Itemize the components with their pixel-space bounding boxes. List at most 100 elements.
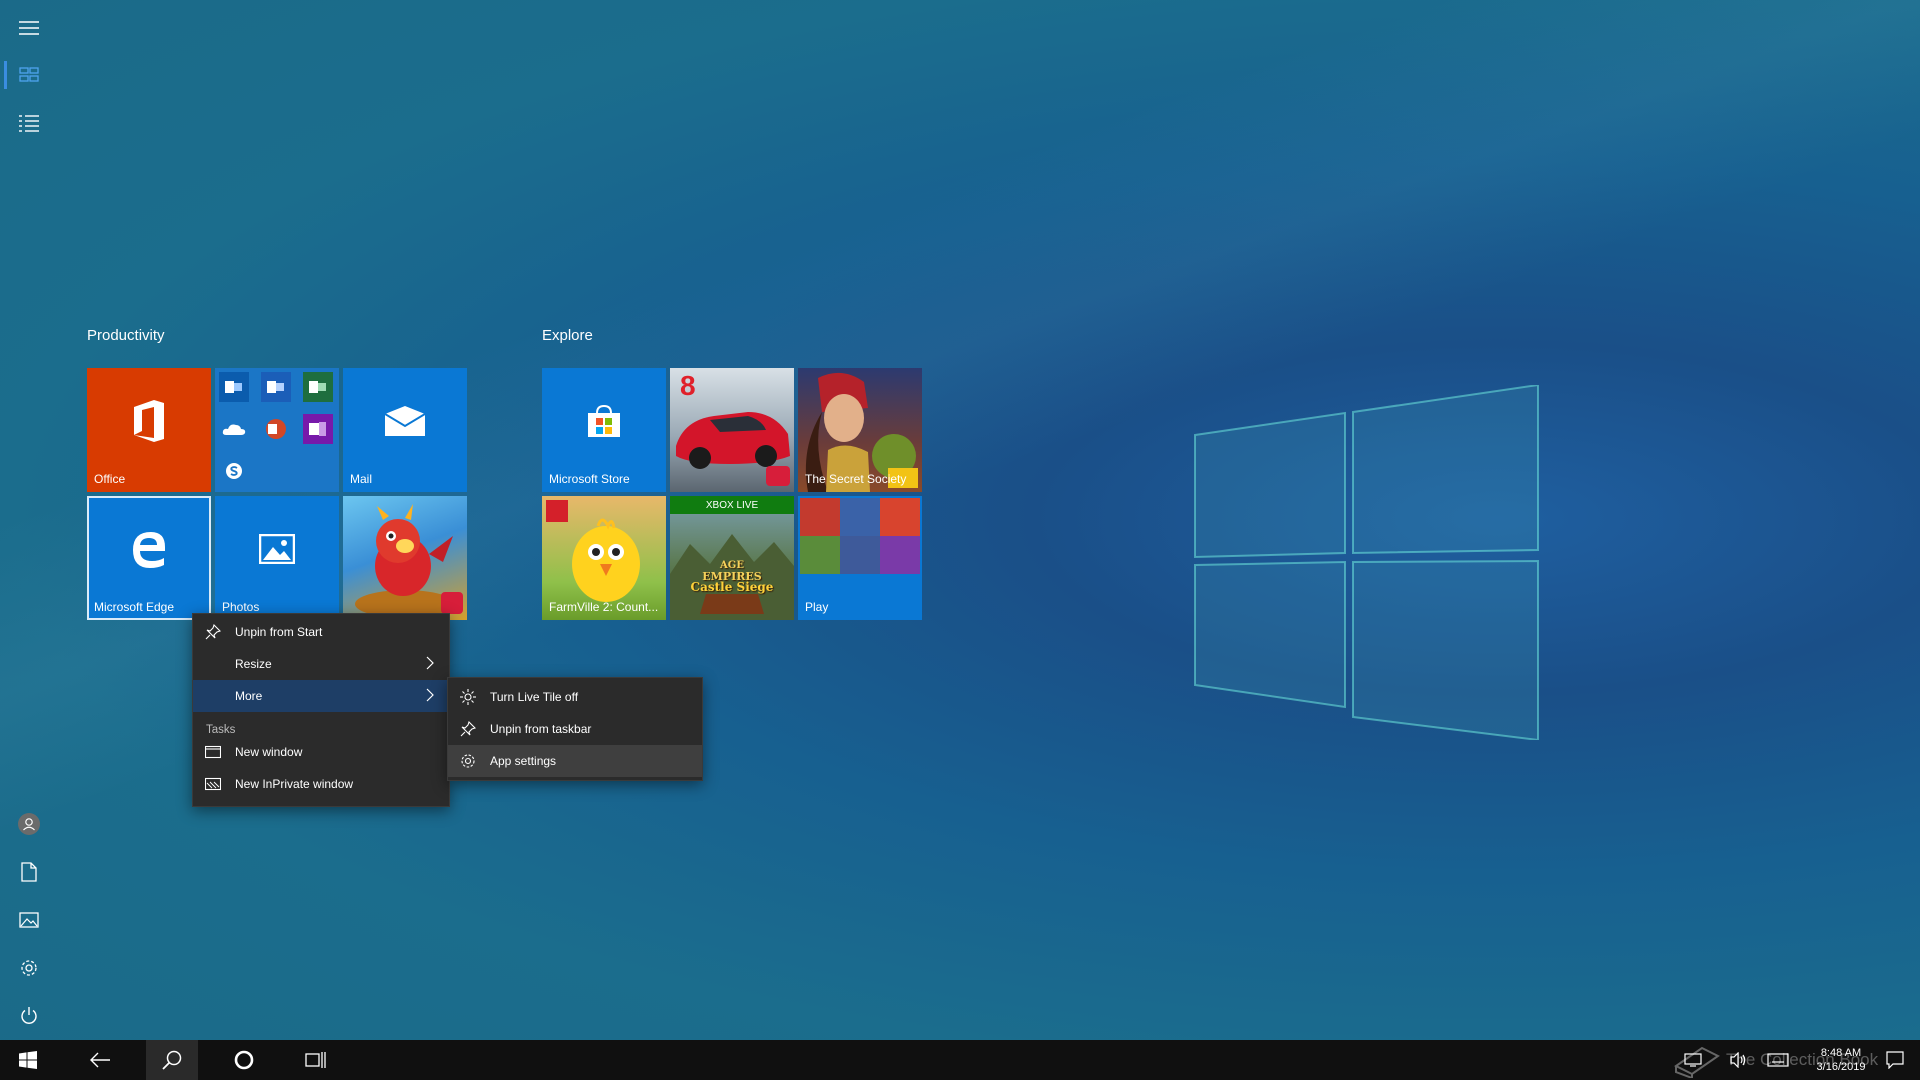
volume-tray-icon[interactable]	[1726, 1040, 1752, 1080]
live-tile-icon	[460, 689, 476, 705]
word-icon	[261, 372, 291, 402]
network-icon	[1684, 1053, 1702, 1067]
chevron-right-icon	[426, 656, 434, 670]
tile-context-menu: Unpin from Start Resize More Tasks New w…	[192, 613, 450, 807]
tile-label: Microsoft Store	[549, 472, 630, 486]
speaker-icon	[1730, 1052, 1746, 1068]
dragon-character-image	[355, 504, 463, 618]
tile-office-apps-folder[interactable]	[215, 368, 339, 492]
inprivate-window-icon	[205, 777, 221, 791]
tile-mail[interactable]: Mail	[343, 368, 467, 492]
arrow-left-icon	[90, 1052, 110, 1068]
chevron-right-icon	[426, 688, 434, 702]
tile-label: FarmVille 2: Count...	[549, 600, 659, 614]
edge-icon	[133, 532, 165, 568]
pinned-tiles-button[interactable]	[0, 51, 58, 99]
documents-button[interactable]	[0, 848, 58, 896]
unpin-icon	[205, 624, 221, 640]
tile-office[interactable]: Office	[87, 368, 211, 492]
aoe-title-line3: Castle Siege	[690, 580, 774, 594]
all-apps-button[interactable]	[0, 99, 58, 147]
menu-item-label: Unpin from Start	[235, 625, 323, 639]
tile-photos[interactable]: Photos	[215, 496, 339, 620]
hamburger-icon	[19, 21, 39, 35]
tile-label: Photos	[222, 600, 260, 614]
menu-item-unpin-from-start[interactable]: Unpin from Start	[193, 616, 449, 648]
keyboard-tray-icon[interactable]	[1764, 1040, 1792, 1080]
picture-icon	[19, 912, 39, 928]
game-thumb-3	[880, 498, 920, 536]
search-icon	[162, 1050, 182, 1070]
mail-icon	[385, 406, 425, 436]
tiles-view-icon	[19, 67, 39, 82]
menu-item-new-inprivate-window[interactable]: New InPrivate window	[193, 768, 449, 800]
start-button[interactable]	[4, 1040, 52, 1080]
task-view-button[interactable]	[292, 1040, 340, 1080]
xbox-live-badge: XBOX LIVE	[670, 496, 794, 514]
group-title-productivity[interactable]: Productivity	[87, 327, 165, 344]
tile-label: Mail	[350, 472, 373, 486]
pictures-button[interactable]	[0, 896, 58, 944]
excel-icon	[303, 372, 333, 402]
expand-menu-button[interactable]	[0, 4, 58, 52]
menu-item-label: New window	[235, 745, 303, 759]
more-submenu: Turn Live Tile off Unpin from taskbar Ap…	[447, 677, 703, 781]
windows-logo-wallpaper	[1194, 385, 1539, 740]
tile-dragon-game[interactable]	[343, 496, 467, 620]
settings-button[interactable]	[0, 944, 58, 992]
document-icon	[21, 862, 37, 882]
menu-item-new-window[interactable]: New window	[193, 736, 449, 768]
menu-item-app-settings[interactable]: App settings	[448, 745, 702, 777]
clock[interactable]: 8:48 AM 3/16/2019	[1798, 1040, 1884, 1080]
tile-age-of-empires-castle-siege[interactable]: XBOX LIVE AGE EMPIRES Castle Siege	[670, 496, 794, 620]
tile-play-folder[interactable]: Play	[798, 496, 922, 620]
group-title-explore[interactable]: Explore	[542, 327, 593, 344]
tile-farmville-2[interactable]: FarmVille 2: Count...	[542, 496, 666, 620]
user-avatar-icon	[18, 813, 40, 835]
window-icon	[205, 745, 221, 759]
race-car-image	[676, 412, 790, 486]
menu-item-unpin-from-taskbar[interactable]: Unpin from taskbar	[448, 713, 702, 745]
menu-item-turn-live-tile-off[interactable]: Turn Live Tile off	[448, 681, 702, 713]
tasks-section-header: Tasks	[206, 724, 236, 736]
tile-label: Office	[94, 472, 126, 486]
skype-icon	[219, 456, 249, 486]
menu-item-label: Unpin from taskbar	[490, 722, 592, 736]
menu-item-label: Turn Live Tile off	[490, 690, 579, 704]
cortana-circle-icon	[234, 1050, 254, 1070]
tile-microsoft-edge[interactable]: Microsoft Edge	[87, 496, 211, 620]
onenote-icon	[303, 414, 333, 444]
tile-microsoft-store[interactable]: Microsoft Store	[542, 368, 666, 492]
menu-item-label: App settings	[490, 754, 557, 768]
game-thumb-2	[840, 498, 880, 536]
menu-item-resize[interactable]: Resize	[193, 648, 449, 680]
tile-label: Microsoft Edge	[94, 600, 175, 614]
tile-the-secret-society[interactable]: The Secret Society	[798, 368, 922, 492]
notification-icon	[1886, 1051, 1904, 1069]
tile-label: The Secret Society	[805, 472, 907, 486]
office-icon	[134, 400, 164, 442]
menu-item-label: New InPrivate window	[235, 777, 354, 791]
onedrive-icon	[219, 414, 249, 444]
menu-item-label: More	[235, 689, 263, 703]
tile-asphalt-8[interactable]: 8	[670, 368, 794, 492]
network-tray-icon[interactable]	[1680, 1040, 1706, 1080]
gear-icon	[461, 754, 475, 768]
power-button[interactable]	[0, 992, 58, 1040]
list-view-icon	[19, 115, 39, 132]
menu-item-more[interactable]: More	[193, 680, 449, 712]
powerpoint-icon	[261, 414, 291, 444]
search-button[interactable]	[146, 1040, 198, 1080]
tile-label: Play	[805, 600, 829, 614]
cortana-button[interactable]	[220, 1040, 268, 1080]
game-thumb-5	[840, 536, 880, 574]
menu-item-label: Resize	[235, 657, 272, 671]
task-view-icon	[305, 1052, 326, 1068]
user-account-button[interactable]	[0, 800, 58, 848]
taskbar: The Collection Book 8:48 AM 3/16/2019	[0, 1040, 1920, 1080]
action-center-button[interactable]	[1878, 1040, 1912, 1080]
clock-date: 3/16/2019	[1816, 1061, 1866, 1073]
unpin-icon	[460, 721, 476, 737]
back-button[interactable]	[76, 1040, 124, 1080]
outlook-icon	[219, 372, 249, 402]
